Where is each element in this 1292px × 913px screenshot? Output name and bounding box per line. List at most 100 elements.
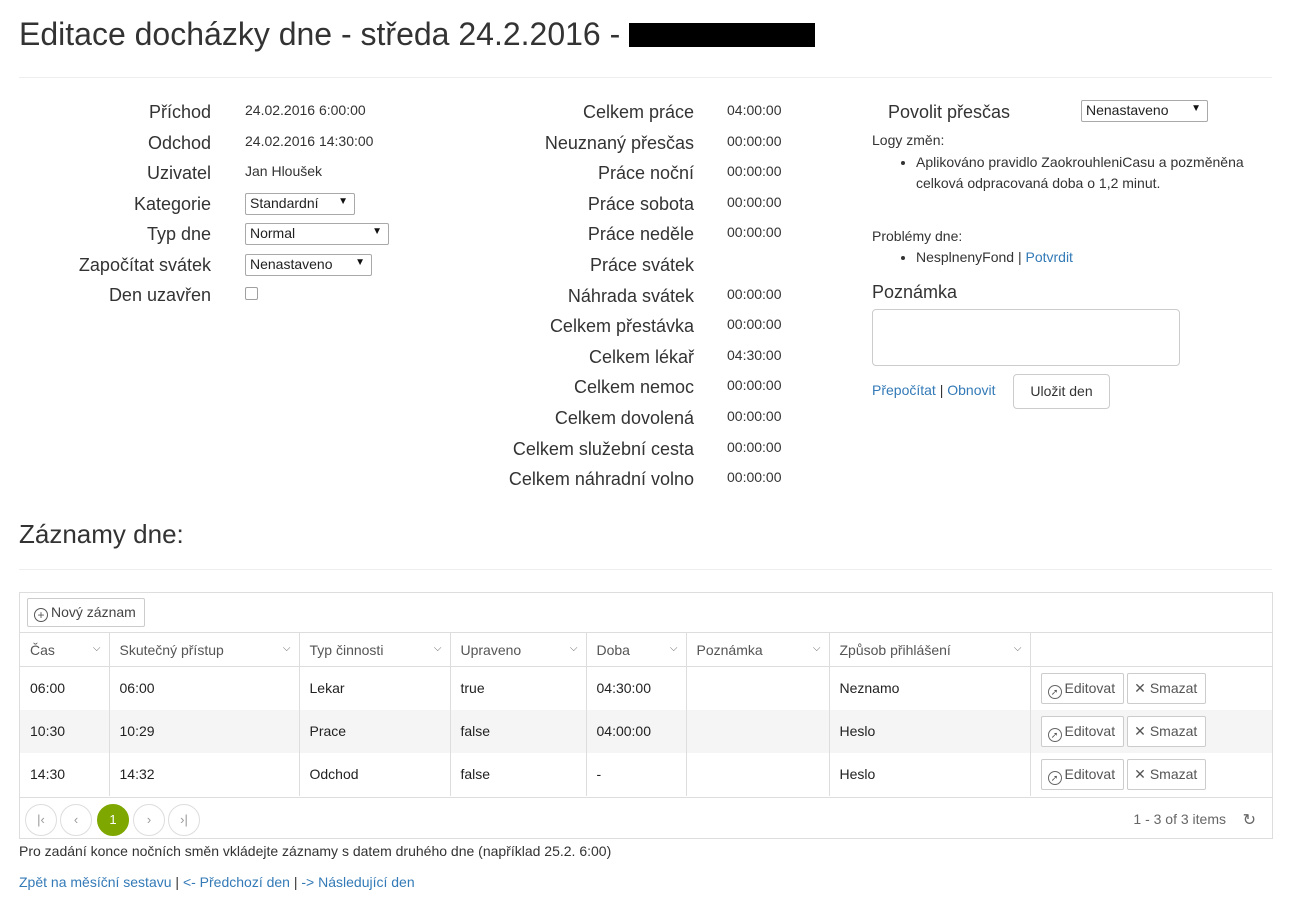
summary-label: Práce neděle [587, 224, 694, 245]
summary-value: 00:00:00 [727, 408, 782, 424]
chevron-down-icon[interactable]: ⌵ [670, 643, 678, 654]
odchod-label: Odchod [147, 133, 211, 153]
potvrdit-link[interactable]: Potvrdit [1025, 249, 1072, 265]
page-number-button[interactable]: 1 [97, 804, 129, 836]
column-header[interactable]: Typ činnosti ⌵ [299, 632, 451, 667]
edit-button[interactable]: ➚ Editovat [1040, 758, 1125, 790]
delete-label: Smazat [1149, 765, 1198, 782]
page-title: Editace docházky dne - středa 24.2.2016 … [19, 16, 816, 53]
summary-label: Celkem přestávka [549, 316, 694, 337]
summary-label: Celkem nemoc [573, 377, 694, 398]
table-cell: Prace [299, 709, 451, 753]
logy-label: Logy změn: [872, 132, 945, 148]
records-grid: + Nový záznam Čas ⌵ Skutečný přístup ⌵ Typ či… [19, 592, 1273, 839]
edit-button[interactable]: ➚ Editovat [1040, 715, 1125, 747]
column-header[interactable]: Skutečný přístup ⌵ [109, 632, 300, 667]
log-item: Aplikováno pravidlo ZaokrouhleniCasu a p… [916, 152, 1272, 194]
svatek-select-value: Nenastaveno [250, 256, 333, 272]
column-header-label: Čas [30, 641, 55, 658]
column-header[interactable]: Upraveno ⌵ [450, 632, 587, 667]
column-header-label: Poznámka [696, 641, 763, 658]
poznamka-textarea[interactable] [872, 309, 1180, 366]
close-icon: ✕ [1134, 722, 1146, 739]
column-header-label: Způsob přihlášení [839, 641, 951, 658]
prescas-label: Povolit přesčas [888, 102, 1011, 122]
problemy-label: Problémy dne: [872, 228, 963, 244]
summary-label: Práce noční [597, 163, 694, 184]
uzavren-label: Den uzavřen [108, 285, 211, 305]
column-header[interactable]: Způsob přihlášení ⌵ [829, 632, 1031, 667]
summary-label: Celkem práce [582, 102, 694, 122]
footer-separator: | [289, 874, 302, 890]
column-header[interactable]: Doba ⌵ [586, 632, 687, 667]
chevron-down-icon[interactable]: ⌵ [1014, 643, 1022, 654]
redacted-name [629, 22, 816, 47]
table-cell: 10:30 [20, 709, 110, 753]
new-record-button[interactable]: + Nový záznam [27, 598, 145, 627]
next-day-link[interactable]: -> Následující den [301, 874, 414, 890]
problem-item: NesplnenyFond | Potvrdit [916, 247, 1272, 268]
prescas-select[interactable]: Nenastaveno ▼ [1081, 100, 1208, 122]
typ-dne-select-value: Normal [250, 225, 296, 241]
kategorie-label: Kategorie [133, 194, 211, 214]
next-page-icon[interactable]: › [133, 804, 165, 836]
summary-value: 00:00:00 [727, 377, 782, 394]
edit-label: Editovat [1064, 722, 1116, 739]
prev-page-icon[interactable]: ‹ [60, 804, 92, 836]
new-record-label: Nový záznam [51, 604, 136, 620]
chevron-down-icon[interactable]: ⌵ [434, 643, 442, 654]
previous-day-link[interactable]: <- Předchozí den [183, 874, 290, 890]
poznamka-label: Poznámka [872, 282, 958, 302]
ulozit-den-button[interactable]: Uložit den [1013, 374, 1110, 409]
close-icon: ✕ [1134, 679, 1146, 696]
prescas-select-value: Nenastaveno [1086, 102, 1169, 118]
kategorie-select-value: Standardní [250, 195, 319, 211]
uzivatel-value: Jan Hloušek [245, 163, 323, 179]
prepocitat-link[interactable]: Přepočítat [872, 382, 936, 398]
back-to-month-link[interactable]: Zpět na měsíční sestavu [19, 874, 172, 890]
table-cell: Heslo [829, 752, 1031, 796]
summary-label: Práce svátek [589, 255, 694, 275]
chevron-down-icon[interactable]: ⌵ [93, 643, 101, 654]
action-separator: | [935, 382, 948, 398]
chevron-down-icon[interactable]: ⌵ [283, 643, 291, 654]
delete-button[interactable]: ✕ Smazat [1127, 758, 1207, 790]
svatek-label: Započítat svátek [78, 255, 211, 275]
edit-button[interactable]: ➚ Editovat [1040, 672, 1125, 704]
first-page-icon[interactable]: |‹ [25, 804, 57, 836]
svatek-select[interactable]: Nenastaveno ▼ [245, 254, 372, 276]
logy-list: Aplikováno pravidlo ZaokrouhleniCasu a p… [872, 152, 1272, 194]
pager: |‹ ‹ 1 › ›| 1 - 3 of 3 items ↻ [20, 797, 1272, 839]
table-cell: 04:00:00 [586, 709, 687, 753]
chevron-down-icon[interactable]: ⌵ [570, 643, 578, 654]
table-cell: 14:30 [20, 752, 110, 796]
uzavren-checkbox[interactable] [245, 287, 258, 300]
page-title-text: Editace docházky dne - středa 24.2.2016 … [19, 16, 630, 52]
delete-button[interactable]: ✕ Smazat [1127, 672, 1207, 704]
typ-dne-select[interactable]: Normal ▼ [245, 223, 389, 245]
last-page-icon[interactable]: ›| [168, 804, 200, 836]
table-cell: 06:00 [109, 666, 300, 710]
refresh-icon[interactable]: ↻ [1243, 810, 1256, 830]
table-cell: true [450, 666, 587, 710]
prichod-value: 24.02.2016 6:00:00 [245, 102, 366, 118]
delete-button[interactable]: ✕ Smazat [1127, 715, 1207, 747]
table-cell: Lekar [299, 666, 451, 710]
summary-value: 04:00:00 [727, 102, 782, 118]
chevron-down-icon[interactable]: ⌵ [813, 643, 821, 654]
kategorie-select[interactable]: Standardní ▼ [245, 193, 355, 215]
row-actions: ➚ Editovat ✕ Smazat [1030, 709, 1272, 753]
compass-icon: ➚ [1047, 684, 1062, 699]
column-header[interactable]: Poznámka ⌵ [686, 632, 830, 667]
obnovit-link[interactable]: Obnovit [947, 382, 995, 398]
plus-circle-icon: + [34, 608, 48, 622]
column-header-label: Skutečný přístup [119, 641, 224, 658]
odchod-value: 24.02.2016 14:30:00 [245, 133, 374, 149]
column-header[interactable] [1030, 632, 1272, 667]
edit-label: Editovat [1064, 765, 1116, 782]
chevron-down-icon: ▼ [372, 226, 382, 237]
column-header[interactable]: Čas ⌵ [20, 632, 110, 667]
footer-nav: Zpět na měsíční sestavu | <- Předchozí d… [19, 874, 415, 890]
summary-value: 00:00:00 [727, 163, 782, 180]
compass-icon: ➚ [1047, 770, 1062, 785]
